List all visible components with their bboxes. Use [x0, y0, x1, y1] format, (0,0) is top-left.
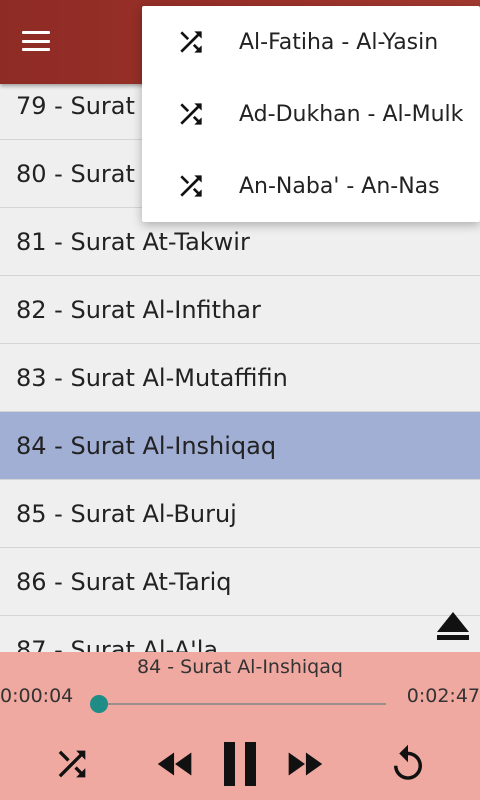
menu-item-shuffle-range[interactable]: Al-Fatiha - Al-Yasin	[142, 6, 480, 78]
menu-item-label: Ad-Dukhan - Al-Mulk	[239, 101, 464, 127]
shuffle-icon	[180, 103, 202, 125]
player-panel: 84 - Surat Al-Inshiqaq 0:00:04 0:02:47	[0, 652, 480, 800]
menu-icon[interactable]	[22, 31, 50, 51]
shuffle-icon	[58, 750, 86, 778]
list-item[interactable]: 82 - Surat Al-Infithar	[0, 276, 480, 344]
shuffle-range-menu: Al-Fatiha - Al-Yasin Ad-Dukhan - Al-Mulk…	[142, 6, 480, 222]
seek-thumb[interactable]	[89, 695, 108, 713]
list-item[interactable]: 86 - Surat At-Tariq	[0, 548, 480, 616]
menu-item-shuffle-range[interactable]: Ad-Dukhan - Al-Mulk	[142, 78, 480, 150]
fast-forward-icon	[288, 752, 323, 776]
list-item[interactable]: 85 - Surat Al-Buruj	[0, 480, 480, 548]
list-item[interactable]: 83 - Surat Al-Mutaffifin	[0, 344, 480, 412]
eject-icon[interactable]	[437, 612, 469, 642]
shuffle-button[interactable]	[48, 740, 96, 788]
rewind-button[interactable]	[152, 740, 200, 788]
seek-track	[90, 703, 386, 705]
menu-item-label: An-Naba' - An-Nas	[239, 173, 440, 199]
elapsed-time: 0:00:04	[0, 685, 74, 707]
menu-item-shuffle-range[interactable]: An-Naba' - An-Nas	[142, 150, 480, 222]
forward-button[interactable]	[280, 740, 328, 788]
shuffle-icon	[180, 175, 202, 197]
pause-icon	[224, 742, 256, 786]
fast-rewind-icon	[157, 752, 192, 776]
now-playing-title: 84 - Surat Al-Inshiqaq	[137, 656, 343, 678]
repeat-icon	[394, 744, 422, 780]
list-item[interactable]: 84 - Surat Al-Inshiqaq	[0, 412, 480, 480]
list-item[interactable]: 87 - Surat Al-A'la	[0, 616, 480, 652]
seek-bar[interactable]	[89, 692, 386, 716]
menu-item-label: Al-Fatiha - Al-Yasin	[239, 29, 439, 55]
shuffle-icon	[180, 31, 202, 53]
total-time: 0:02:47	[406, 685, 480, 707]
repeat-button[interactable]	[384, 740, 432, 788]
pause-button[interactable]	[216, 740, 264, 788]
